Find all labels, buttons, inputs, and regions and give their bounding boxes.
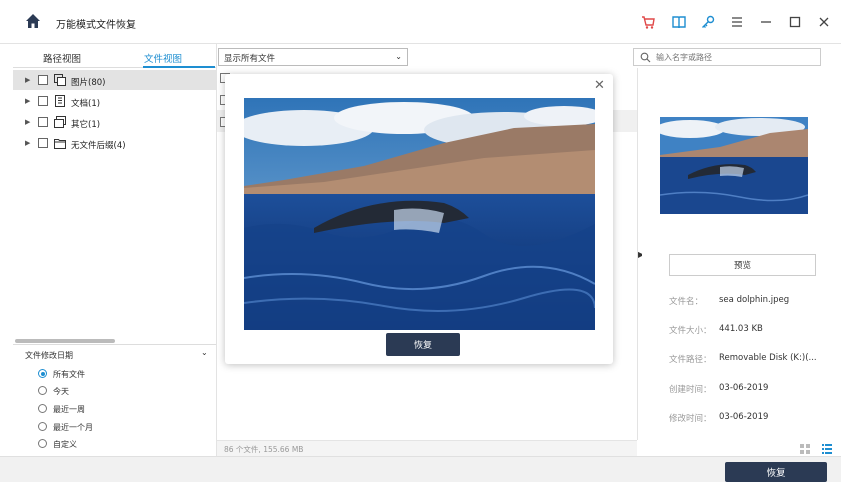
date-option-last-week[interactable]: 最近一周 xyxy=(38,402,168,416)
maximize-icon[interactable] xyxy=(787,14,803,30)
expand-arrow-icon[interactable]: ▶ xyxy=(25,118,30,126)
preview-image xyxy=(244,98,595,330)
detail-key: 修改时间： xyxy=(669,414,712,424)
radio-label: 最近一个月 xyxy=(53,423,93,432)
radio-button[interactable] xyxy=(38,439,47,448)
detail-value: 441.03 KB xyxy=(719,324,763,334)
radio-label: 最近一周 xyxy=(53,405,85,414)
key-icon[interactable] xyxy=(700,14,716,30)
menu-icon[interactable] xyxy=(729,14,745,30)
home-icon[interactable] xyxy=(25,13,41,29)
detail-key: 创建时间： xyxy=(669,385,712,395)
detail-value: sea dolphin.jpeg xyxy=(719,295,790,305)
image-icon xyxy=(54,74,66,86)
date-filter-header[interactable]: 文件修改日期 ⌄ xyxy=(13,344,216,362)
date-filter-title: 文件修改日期 xyxy=(25,351,73,360)
tab-path-view[interactable]: 路径视图 xyxy=(43,51,81,65)
radio-label: 所有文件 xyxy=(53,370,85,379)
radio-button[interactable] xyxy=(38,404,47,413)
tree-item-label: 文档(1) xyxy=(71,99,101,109)
file-count-summary: 86 个文件, 155.66 MB xyxy=(224,445,304,454)
bottom-bar xyxy=(0,456,841,482)
file-filter-select[interactable]: 显示所有文件 ⌄ xyxy=(218,48,408,66)
tree-item-images[interactable]: ▶ 图片(80) xyxy=(13,70,216,90)
chevron-down-icon[interactable]: ⌄ xyxy=(201,348,208,357)
tree-item-documents[interactable]: ▶ 文档(1) xyxy=(13,91,216,111)
status-bar: 86 个文件, 155.66 MB xyxy=(217,440,637,456)
search-input[interactable] xyxy=(656,50,816,64)
detail-value: 03-06-2019 xyxy=(719,412,769,422)
detail-key: 文件名： xyxy=(669,297,704,307)
date-option-last-month[interactable]: 最近一个月 xyxy=(38,420,168,434)
preview-button[interactable]: 预览 xyxy=(669,254,816,276)
detail-key: 文件路径： xyxy=(669,355,712,365)
tree-item-label: 其它(1) xyxy=(71,120,101,130)
search-icon xyxy=(640,52,651,63)
tree-item-label: 无文件后缀(4) xyxy=(71,141,126,151)
chevron-down-icon: ⌄ xyxy=(395,52,402,61)
view-mode-toggle xyxy=(799,443,835,455)
minimize-icon[interactable] xyxy=(758,14,774,30)
file-type-tree: ▶ 图片(80) ▶ 文档(1) ▶ 其它(1) ▶ 无文件后缀(4) xyxy=(13,68,216,340)
folder-icon xyxy=(54,137,66,149)
file-filter-value: 显示所有文件 xyxy=(224,54,276,64)
tree-checkbox[interactable] xyxy=(38,96,48,106)
tree-checkbox[interactable] xyxy=(38,138,48,148)
detail-value: Removable Disk (K:)(... xyxy=(719,353,817,363)
tree-item-no-extension[interactable]: ▶ 无文件后缀(4) xyxy=(13,133,216,153)
date-option-today[interactable]: 今天 xyxy=(38,384,168,398)
search-box[interactable] xyxy=(633,48,821,66)
view-tabs: 路径视图 文件视图 xyxy=(13,46,216,68)
document-icon xyxy=(54,95,66,107)
expand-arrow-icon[interactable]: ▶ xyxy=(25,139,30,147)
detail-value: 03-06-2019 xyxy=(719,383,769,393)
title-bar: 万能模式文件恢复 xyxy=(0,0,841,44)
tab-file-view[interactable]: 文件视图 xyxy=(144,51,182,65)
tree-scrollbar[interactable] xyxy=(15,339,115,343)
close-icon[interactable] xyxy=(816,14,832,30)
expand-arrow-icon[interactable]: ▶ xyxy=(25,97,30,105)
preview-dialog: ✕ 恢复 xyxy=(225,74,613,364)
date-option-custom[interactable]: 自定义 xyxy=(38,437,168,451)
tree-item-label: 图片(80) xyxy=(71,78,106,88)
detail-key: 文件大小： xyxy=(669,326,712,336)
tree-item-other[interactable]: ▶ 其它(1) xyxy=(13,112,216,132)
cart-icon[interactable] xyxy=(640,14,656,30)
recover-button[interactable]: 恢复 xyxy=(725,462,827,482)
radio-label: 自定义 xyxy=(53,440,77,449)
date-option-all[interactable]: 所有文件 xyxy=(38,367,168,381)
thumbnail-image xyxy=(660,117,808,214)
radio-button[interactable] xyxy=(38,422,47,431)
close-icon[interactable]: ✕ xyxy=(594,78,605,93)
book-icon[interactable] xyxy=(671,14,687,30)
app-title: 万能模式文件恢复 xyxy=(56,20,136,31)
other-files-icon xyxy=(54,116,66,128)
expand-arrow-icon[interactable]: ▶ xyxy=(25,76,30,84)
popup-recover-button[interactable]: 恢复 xyxy=(386,333,460,356)
radio-button[interactable] xyxy=(38,369,47,378)
tree-checkbox[interactable] xyxy=(38,117,48,127)
tree-checkbox[interactable] xyxy=(38,75,48,85)
radio-button[interactable] xyxy=(38,386,47,395)
radio-label: 今天 xyxy=(53,387,69,396)
